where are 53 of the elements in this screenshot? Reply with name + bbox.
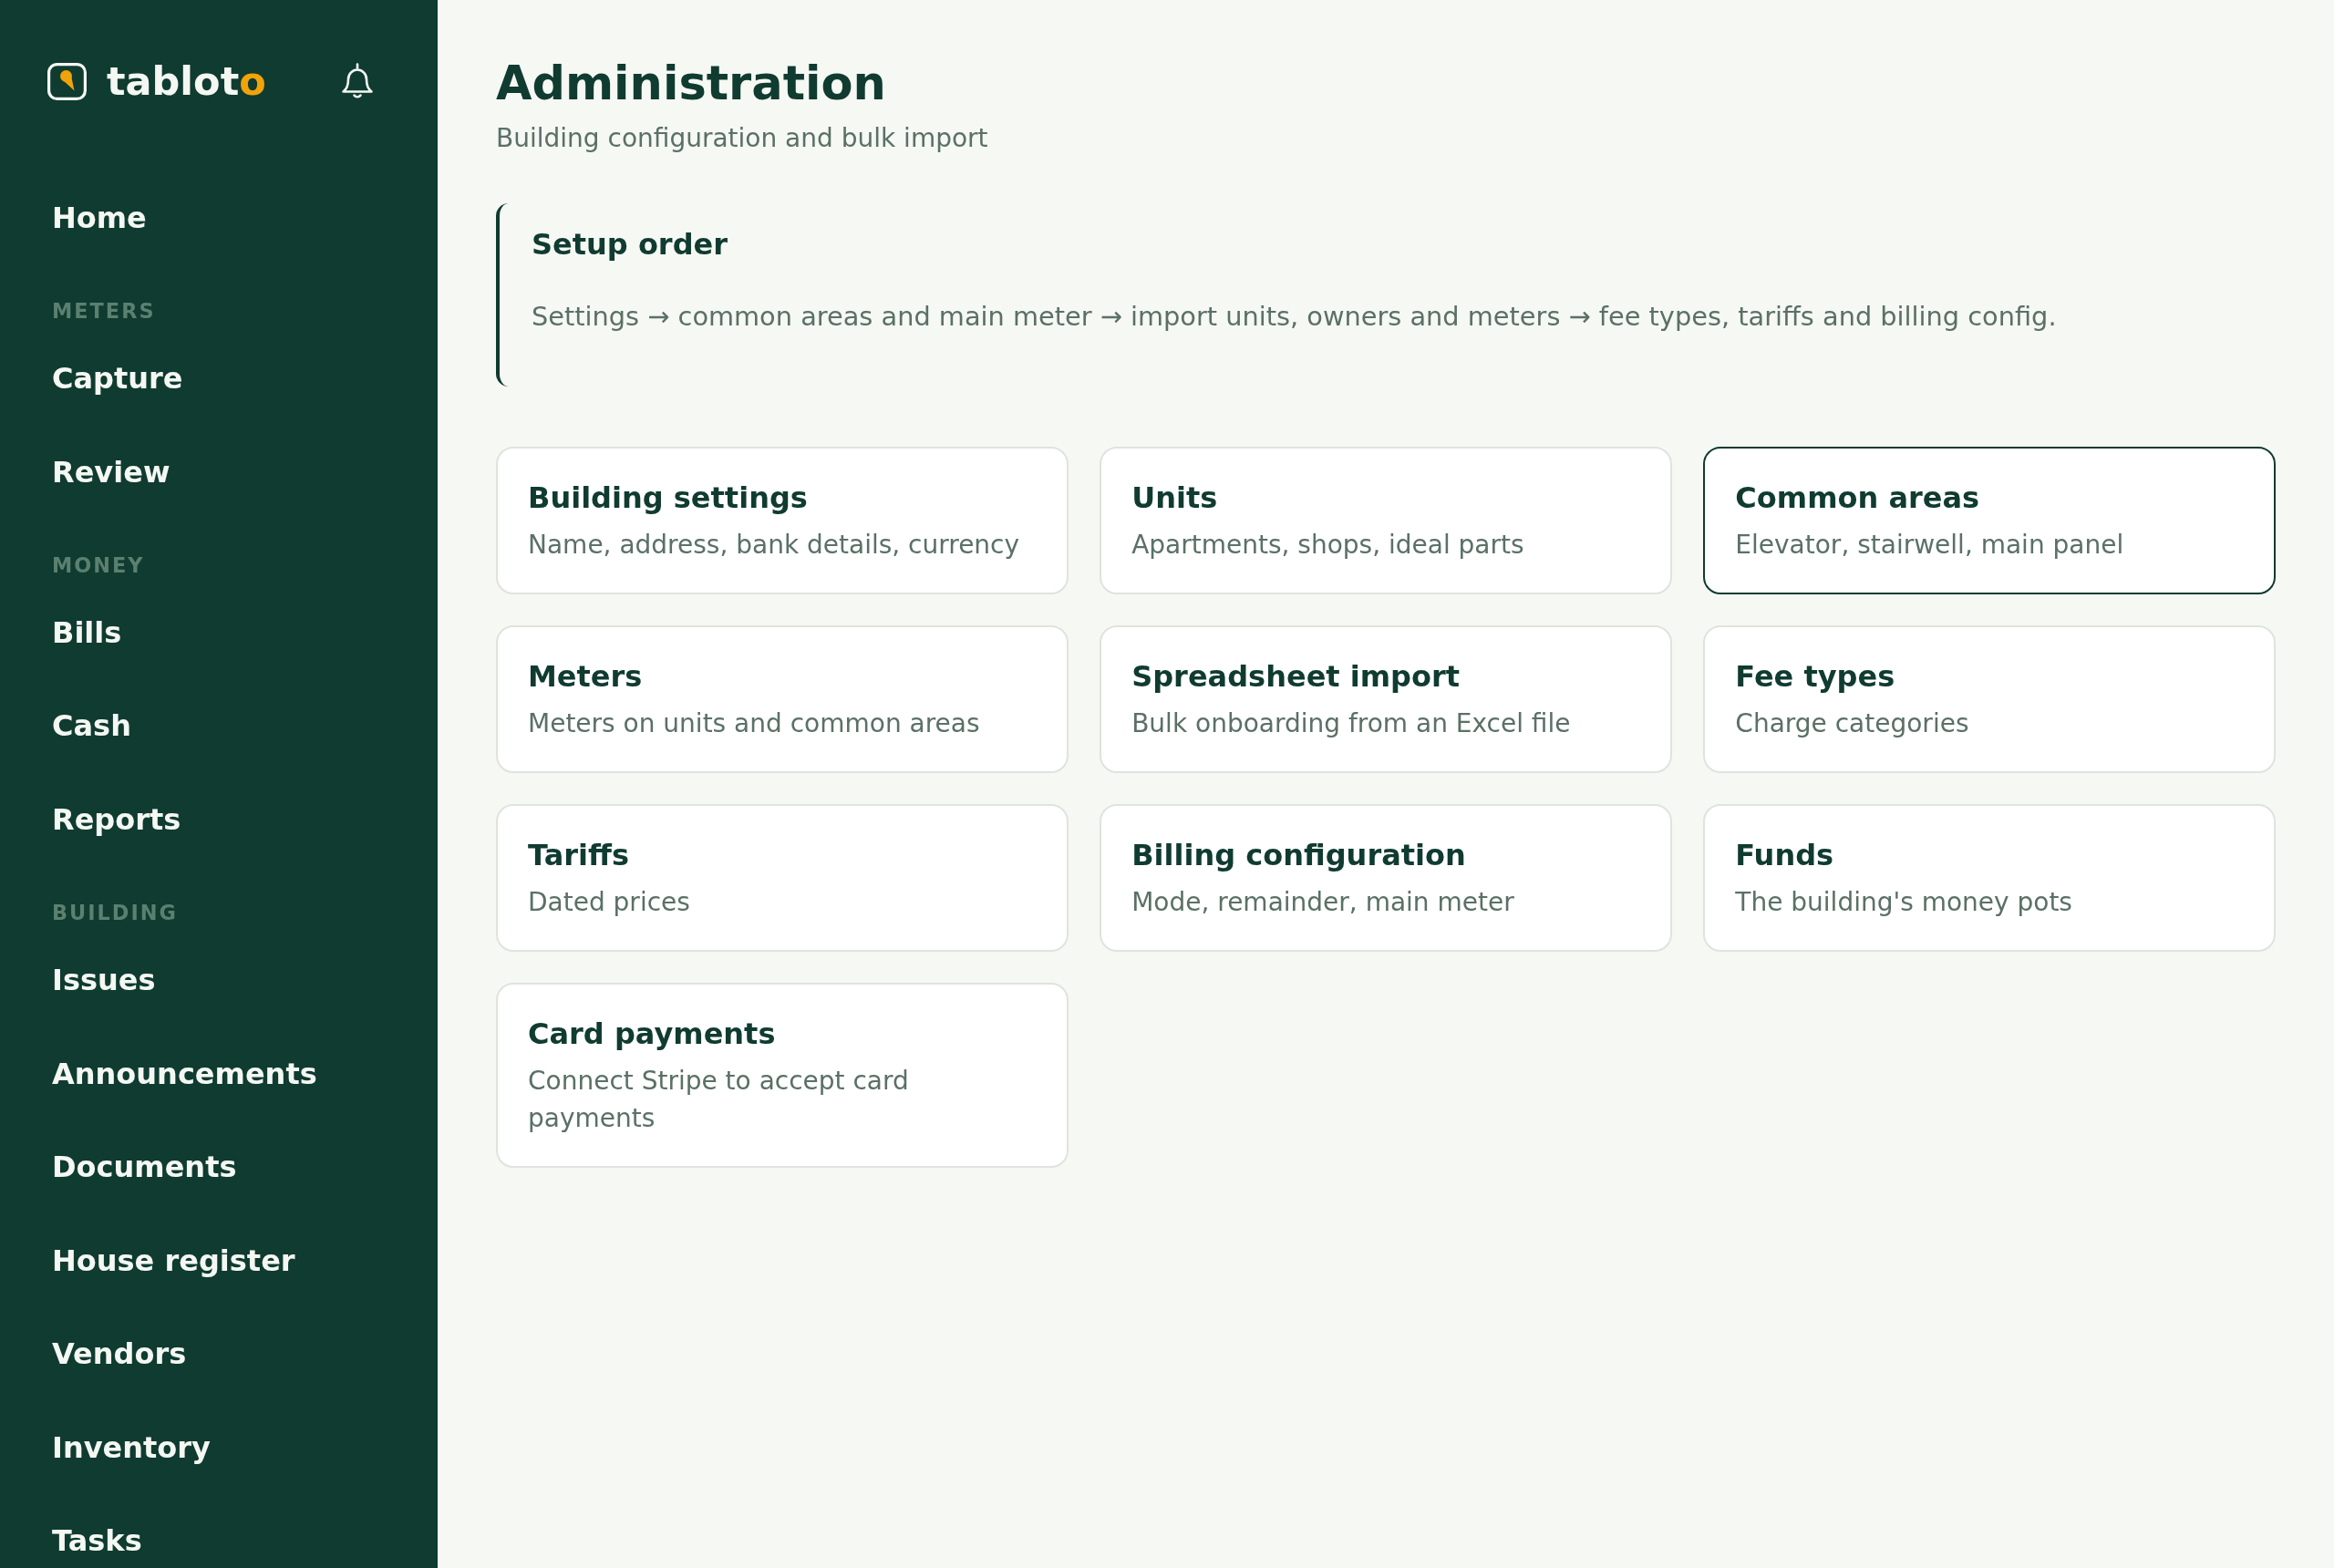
card-title: Units: [1131, 480, 1219, 517]
card-title: Common areas: [1735, 480, 1981, 517]
card-description: Charge categories: [1735, 707, 1970, 740]
nav-section-heading: METERS: [51, 299, 157, 324]
settings-card[interactable]: Billing configuration Mode, remainder, main meter: [1100, 804, 1672, 952]
nav-item[interactable]: Tasks: [33, 1517, 405, 1565]
card-title: Tariffs: [528, 837, 630, 874]
card-title: Meters: [528, 658, 644, 696]
card-description: Meters on units and common areas: [528, 707, 981, 740]
bell-icon[interactable]: [341, 63, 374, 99]
nav-item[interactable]: Reports: [33, 795, 405, 843]
page-subtitle: Building configuration and bulk import: [496, 122, 989, 155]
card-title: Card payments: [528, 1016, 777, 1053]
card-title: Building settings: [528, 480, 809, 517]
card-description: Connect Stripe to accept card payments: [528, 1064, 910, 1135]
nav-item[interactable]: Bills: [33, 608, 405, 656]
card-description: Name, address, bank details, currency: [528, 528, 1021, 562]
nav-item[interactable]: Issues: [33, 956, 405, 1005]
card-title: Funds: [1735, 837, 1835, 874]
nav-item[interactable]: House register: [33, 1236, 405, 1284]
settings-card[interactable]: Meters Meters on units and common areas: [496, 625, 1069, 773]
settings-card[interactable]: Spreadsheet import Bulk onboarding from an Excel file: [1100, 625, 1672, 773]
nav-item[interactable]: Documents: [33, 1143, 405, 1191]
nav-item[interactable]: Home: [33, 193, 405, 242]
card-description: The building's money pots: [1735, 885, 2073, 919]
nav-item[interactable]: Inventory: [33, 1423, 405, 1471]
callout-title: Setup order: [532, 226, 729, 263]
card-description: Bulk onboarding from an Excel file: [1131, 707, 1572, 740]
card-title: Fee types: [1735, 658, 1896, 696]
settings-card[interactable]: Tariffs Dated prices: [496, 804, 1069, 952]
nav-item[interactable]: Announcements: [33, 1049, 405, 1098]
nav-item[interactable]: Capture: [33, 355, 405, 403]
nav-item[interactable]: Vendors: [33, 1330, 405, 1378]
card-description: Apartments, shops, ideal parts: [1131, 528, 1525, 562]
logo-icon: [47, 62, 87, 100]
nav-item[interactable]: Cash: [33, 702, 405, 750]
settings-card[interactable]: Units Apartments, shops, ideal parts: [1100, 447, 1672, 594]
nav-item[interactable]: Review: [33, 448, 405, 496]
callout-text: Settings → common areas and main meter → import units, owners and meters → fee types, tariffs and billing config.: [532, 300, 2058, 334]
card-description: Dated prices: [528, 885, 691, 919]
settings-card[interactable]: Card payments Connect Stripe to accept card payments: [496, 983, 1069, 1168]
settings-card[interactable]: Common areas Elevator, stairwell, main panel: [1703, 447, 2276, 594]
card-description: Elevator, stairwell, main panel: [1735, 528, 2125, 562]
logo-text: tabloto: [107, 60, 266, 102]
settings-card[interactable]: Building settings Name, address, bank details, currency: [496, 447, 1069, 594]
card-description: Mode, remainder, main meter: [1131, 885, 1515, 919]
card-title: Spreadsheet import: [1131, 658, 1461, 696]
card-title: Billing configuration: [1131, 837, 1467, 874]
settings-card[interactable]: Funds The building's money pots: [1703, 804, 2276, 952]
settings-card[interactable]: Fee types Charge categories: [1703, 625, 2276, 773]
page-title: Administration: [496, 57, 887, 111]
nav-section-heading: BUILDING: [51, 901, 179, 925]
nav-section-heading: MONEY: [51, 553, 146, 578]
